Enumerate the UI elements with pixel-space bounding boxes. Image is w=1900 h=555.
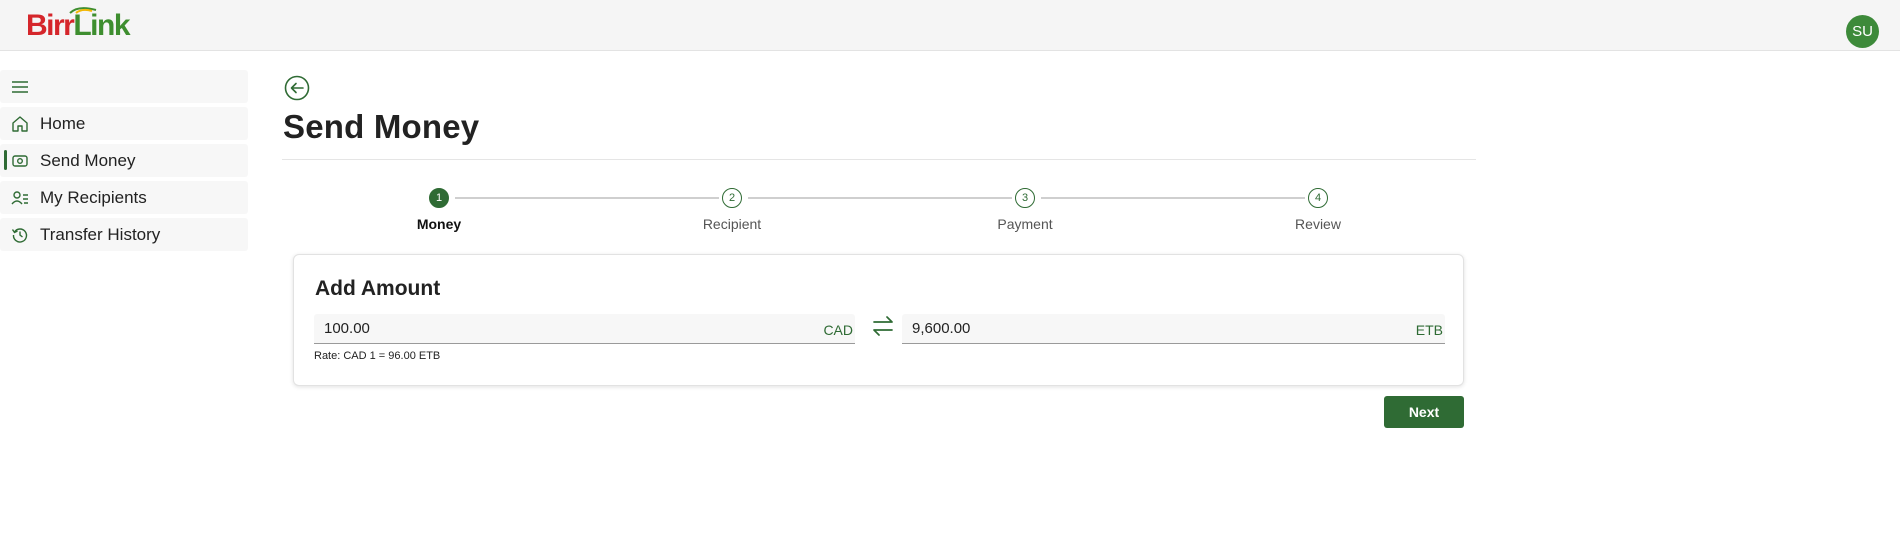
user-avatar[interactable]: SU xyxy=(1846,15,1879,48)
receive-amount-input[interactable]: 9,600.00 ETB xyxy=(902,314,1445,344)
send-amount-input[interactable]: 100.00 CAD xyxy=(314,314,855,344)
sidebar-item-send-money[interactable]: Send Money xyxy=(0,144,248,177)
logo-mark-icon xyxy=(69,7,97,14)
sidebar-item-label: My Recipients xyxy=(40,188,147,207)
step-connector xyxy=(748,197,1012,199)
sidebar-item-label: Transfer History xyxy=(40,225,161,244)
active-indicator xyxy=(4,150,7,170)
step-1-indicator: 1 xyxy=(429,188,449,208)
step-2-label: Recipient xyxy=(702,216,762,232)
home-icon xyxy=(12,116,28,132)
sidebar-item-label: Send Money xyxy=(40,151,136,170)
step-2-indicator: 2 xyxy=(722,188,742,208)
sidebar-item-my-recipients[interactable]: My Recipients xyxy=(0,181,248,214)
receive-amount-value: 9,600.00 xyxy=(912,320,971,337)
send-amount-value: 100.00 xyxy=(324,320,370,337)
history-icon xyxy=(11,228,28,243)
add-amount-card: Add Amount 100.00 CAD 9,600.00 ETB Rate:… xyxy=(293,254,1464,386)
next-button[interactable]: Next xyxy=(1384,396,1464,428)
birrlink-logo[interactable]: BirrLink xyxy=(26,7,131,43)
back-arrow-icon[interactable] xyxy=(284,75,310,101)
main-content: Send Money 1 2 3 4 Money Recipient Payme… xyxy=(282,0,1477,555)
step-4-label: Review xyxy=(1295,216,1341,232)
card-title: Add Amount xyxy=(315,277,441,300)
step-4-indicator: 4 xyxy=(1308,188,1328,208)
recipients-icon xyxy=(11,191,28,205)
hamburger-menu-icon xyxy=(12,81,28,93)
exchange-rate-text: Rate: CAD 1 = 96.00 ETB xyxy=(314,350,441,362)
sidebar-menu-toggle[interactable] xyxy=(0,70,248,103)
divider xyxy=(282,159,1476,160)
send-currency-label: CAD xyxy=(823,322,853,338)
step-connector xyxy=(1041,197,1305,199)
sidebar-item-transfer-history[interactable]: Transfer History xyxy=(0,218,248,251)
swap-arrows-icon[interactable] xyxy=(870,313,896,339)
sidebar-item-home[interactable]: Home xyxy=(0,107,248,140)
progress-stepper: 1 2 3 4 Money Recipient Payment Review xyxy=(282,186,1477,236)
step-3-indicator: 3 xyxy=(1015,188,1035,208)
money-icon xyxy=(12,155,28,167)
sidebar-item-label: Home xyxy=(40,114,86,133)
logo-text-birr: Birr xyxy=(26,9,75,42)
page-title: Send Money xyxy=(283,108,480,145)
step-1-label: Money xyxy=(416,216,462,232)
step-3-label: Payment xyxy=(997,216,1053,232)
step-connector xyxy=(455,197,719,199)
receive-currency-label: ETB xyxy=(1415,322,1443,338)
